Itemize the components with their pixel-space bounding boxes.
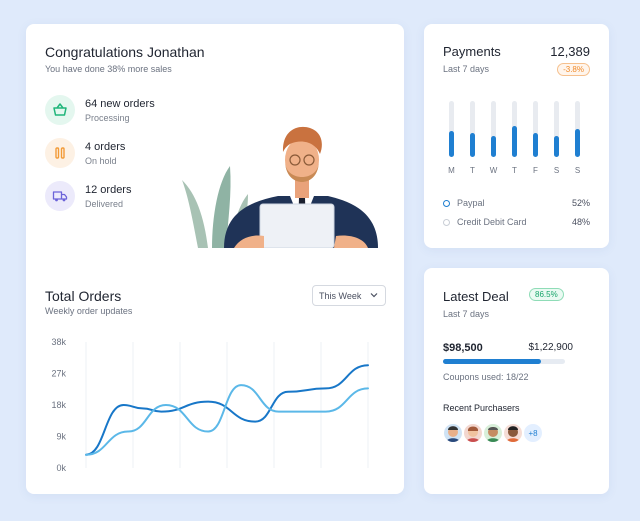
stat-new-orders: 64 new orders Processing: [45, 95, 155, 125]
legend-card: Credit Debit Card 48%: [443, 217, 590, 227]
bar-track: [491, 101, 496, 157]
deal-subtitle: Last 7 days: [443, 309, 490, 319]
stat-label: Delivered: [85, 198, 124, 209]
legend-label: Paypal: [457, 198, 485, 208]
y-tick-label: 38k: [51, 337, 66, 347]
bar-track: [512, 101, 517, 157]
legend-value: 48%: [571, 217, 590, 227]
bar-track: [554, 101, 559, 157]
coupons-used: Coupons used: 18/22: [443, 372, 529, 382]
bar-track: [533, 101, 538, 157]
y-tick-label: 27k: [51, 369, 66, 379]
payments-subtitle: Last 7 days: [443, 64, 490, 74]
latest-deal-card: Latest Deal 86.5% Last 7 days $98,500 $1…: [424, 268, 609, 494]
greeting-title: Congratulations Jonathan: [45, 44, 205, 60]
chevron-down-icon: [370, 293, 378, 298]
legend-label: Credit Debit Card: [457, 217, 527, 227]
bar-fill: [491, 136, 496, 157]
bar-fill: [575, 129, 580, 157]
y-tick-label: 18k: [51, 400, 66, 410]
bar-fill: [554, 136, 559, 157]
stat-on-hold: 4 orders On hold: [45, 138, 125, 168]
basket-icon: [45, 95, 75, 125]
y-tick-label: 9k: [56, 432, 66, 442]
total-orders-subtitle: Weekly order updates: [45, 306, 133, 316]
day-label: F: [533, 166, 538, 175]
payments-card: Payments 12,389 Last 7 days -3.8% M T W T F S…: [424, 24, 609, 248]
payments-change-badge: -3.8%: [557, 63, 590, 76]
deal-badge: 86.5%: [529, 288, 564, 301]
day-label: S: [574, 166, 581, 175]
stat-value: 4 orders: [85, 140, 126, 153]
businessman-illustration: [182, 126, 378, 248]
bar-track: [449, 101, 454, 157]
truck-icon: [45, 181, 75, 211]
recent-purchasers-title: Recent Purchasers: [443, 403, 520, 413]
deal-amount: $98,500: [443, 342, 483, 354]
bar-track: [470, 101, 475, 157]
more-purchasers-badge[interactable]: +8: [522, 422, 544, 444]
day-label: M: [448, 166, 455, 175]
greeting-subtitle: You have done 38% more sales: [45, 64, 172, 74]
overview-card: Congratulations Jonathan You have done 3…: [26, 24, 404, 494]
bar-fill: [533, 133, 538, 157]
radio-icon: [443, 199, 450, 207]
payments-title: Payments: [443, 44, 501, 59]
pause-icon: [45, 138, 75, 168]
day-label: S: [553, 166, 560, 175]
legend-paypal: Paypal 52%: [443, 198, 590, 208]
payments-total: 12,389: [550, 44, 590, 59]
deal-title: Latest Deal: [443, 289, 509, 304]
deal-progress-fill: [443, 359, 541, 364]
day-label: T: [512, 166, 517, 175]
stat-label: Processing: [85, 112, 130, 123]
avatar[interactable]: [462, 422, 484, 444]
radio-icon: [443, 218, 450, 226]
bar-fill: [449, 131, 454, 157]
stat-value: 64 new orders: [85, 97, 155, 110]
deal-progress-track: [443, 359, 565, 364]
day-label: T: [470, 166, 475, 175]
total-orders-title: Total Orders: [45, 288, 122, 304]
stat-delivered: 12 orders Delivered: [45, 181, 131, 211]
stat-label: On hold: [85, 155, 117, 166]
stat-value: 12 orders: [85, 183, 132, 196]
avatar[interactable]: [502, 422, 524, 444]
range-select[interactable]: This Week: [312, 285, 386, 306]
deal-target: $1,22,900: [528, 342, 574, 353]
orders-line-chart: MonTueWedThuFriSatSun38k27k18k9k0k: [51, 337, 369, 473]
bar-track: [575, 101, 580, 157]
legend-value: 52%: [571, 198, 590, 208]
avatar[interactable]: [442, 422, 464, 444]
y-tick-label: 0k: [56, 463, 66, 473]
range-select-value: This Week: [319, 290, 362, 301]
avatar[interactable]: [482, 422, 504, 444]
bar-fill: [512, 126, 517, 157]
bar-fill: [470, 133, 475, 157]
day-label: W: [489, 166, 498, 175]
